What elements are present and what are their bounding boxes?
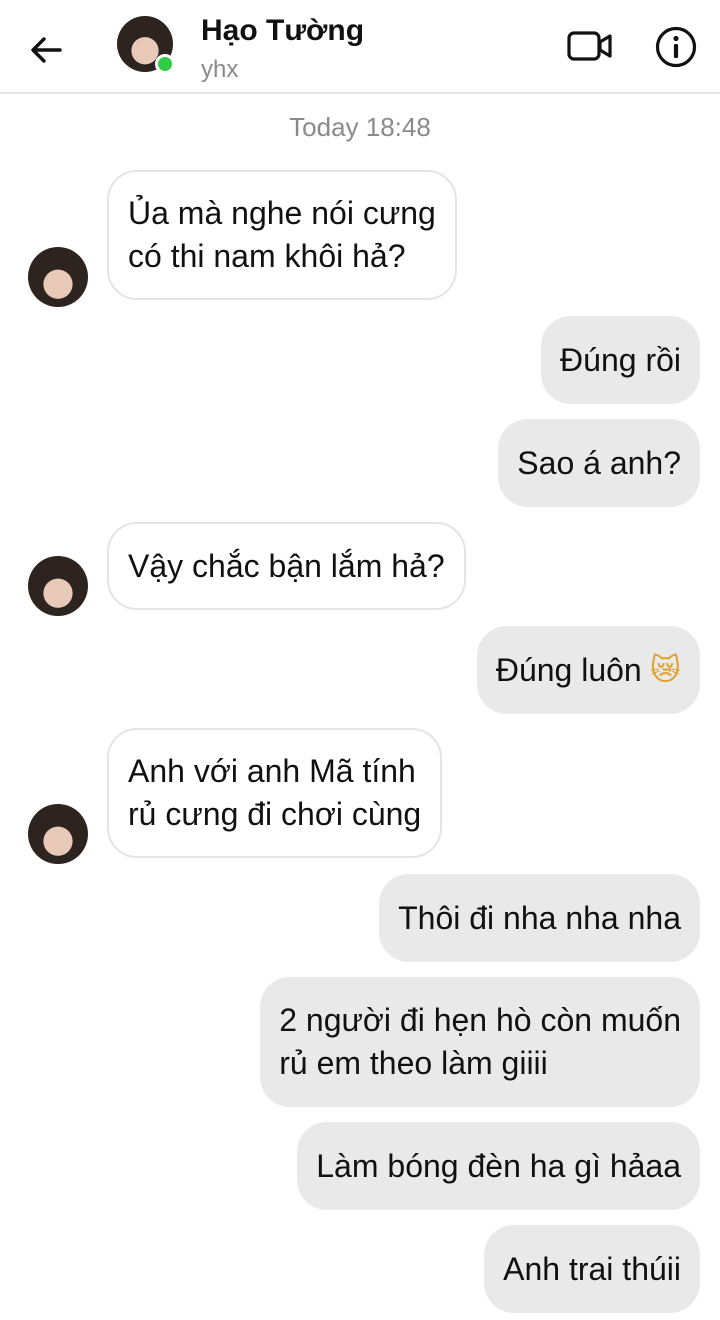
message-line: 2 người đi hẹn hò còn muốn: [279, 1002, 681, 1038]
incoming-message[interactable]: Ủa mà nghe nói cưng có thi nam khôi hả?: [107, 170, 457, 300]
message-line: Đúng luôn 😿: [496, 649, 681, 692]
chat-timestamp: Today 18:48: [289, 112, 431, 142]
message-line: rủ cưng đi chơi cùng: [128, 796, 422, 832]
incoming-message[interactable]: Vậy chắc bận lắm hả?: [107, 522, 466, 610]
video-call-button[interactable]: [566, 26, 616, 66]
outgoing-message[interactable]: 2 người đi hẹn hò còn muốn rủ em theo là…: [260, 977, 700, 1107]
info-circle-icon: [655, 26, 697, 68]
sender-avatar[interactable]: [28, 804, 88, 864]
message-line: rủ em theo làm giiii: [279, 1045, 548, 1081]
crying-cat-emoji-icon: 😿: [649, 652, 681, 688]
message-text: Đúng luôn: [495, 651, 642, 688]
message-line: Thôi đi nha nha nha: [398, 899, 681, 936]
message-line: Đúng rồi: [560, 341, 681, 378]
contact-name[interactable]: Hạo Tường: [201, 14, 364, 48]
contact-subtitle: yhx: [201, 56, 239, 83]
sender-avatar[interactable]: [28, 247, 88, 307]
outgoing-message[interactable]: Làm bóng đèn ha gì hảaa: [297, 1122, 700, 1210]
message-line: Làm bóng đèn ha gì hảaa: [316, 1147, 681, 1184]
outgoing-message[interactable]: Sao á anh?: [498, 419, 700, 507]
message-line: có thi nam khôi hả?: [128, 238, 406, 274]
outgoing-message[interactable]: Thôi đi nha nha nha: [379, 874, 700, 962]
online-status-dot: [155, 54, 175, 74]
message-line: Sao á anh?: [517, 444, 681, 481]
video-camera-icon: [567, 31, 612, 61]
sender-avatar[interactable]: [28, 556, 88, 616]
message-line: Anh với anh Mã tính: [128, 753, 416, 789]
outgoing-message[interactable]: Đúng rồi: [541, 316, 700, 404]
outgoing-message[interactable]: Anh trai thúii: [484, 1225, 700, 1313]
message-line: Ủa mà nghe nói cưng: [128, 195, 436, 231]
outgoing-message[interactable]: Đúng luôn 😿: [476, 626, 700, 714]
message-line: Anh trai thúii: [503, 1250, 681, 1287]
message-line: Vậy chắc bận lắm hả?: [128, 547, 445, 584]
incoming-message[interactable]: Anh với anh Mã tính rủ cưng đi chơi cùng: [107, 728, 443, 858]
arrow-left-icon: [31, 37, 62, 63]
chat-header: Hạo Tường yhx: [0, 0, 720, 94]
back-button[interactable]: [26, 30, 66, 70]
info-button[interactable]: [654, 25, 698, 69]
contact-avatar[interactable]: [117, 16, 175, 74]
